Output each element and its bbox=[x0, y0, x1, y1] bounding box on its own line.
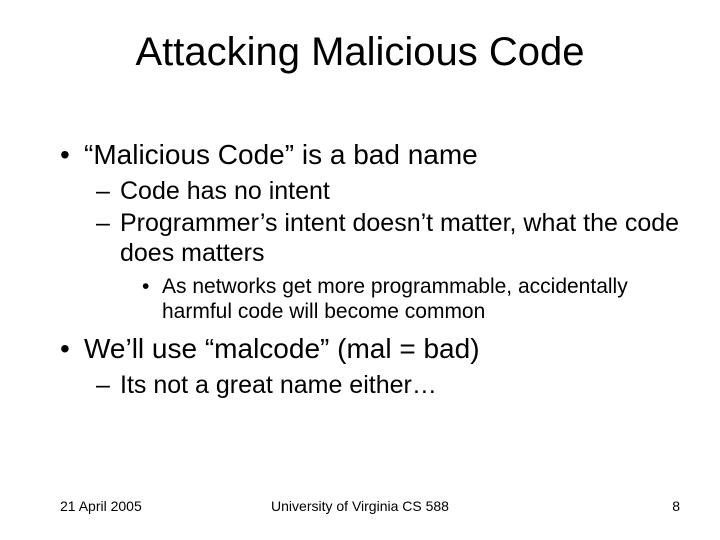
bullet-level2: Programmer’s intent doesn’t matter, what… bbox=[96, 208, 680, 268]
slide-title: Attacking Malicious Code bbox=[0, 30, 720, 75]
bullet-level2: Code has no intent bbox=[96, 176, 680, 206]
slide-body: “Malicious Code” is a bad name Code has … bbox=[60, 130, 680, 402]
bullet-level1: We’ll use “malcode” (mal = bad) bbox=[60, 332, 680, 366]
footer-page-number: 8 bbox=[672, 498, 680, 514]
slide: Attacking Malicious Code “Malicious Code… bbox=[0, 0, 720, 540]
bullet-level3: As networks get more programmable, accid… bbox=[142, 274, 680, 324]
bullet-level2: Its not a great name either… bbox=[96, 370, 680, 400]
footer-center: University of Virginia CS 588 bbox=[0, 498, 720, 514]
bullet-level1: “Malicious Code” is a bad name bbox=[60, 138, 680, 172]
